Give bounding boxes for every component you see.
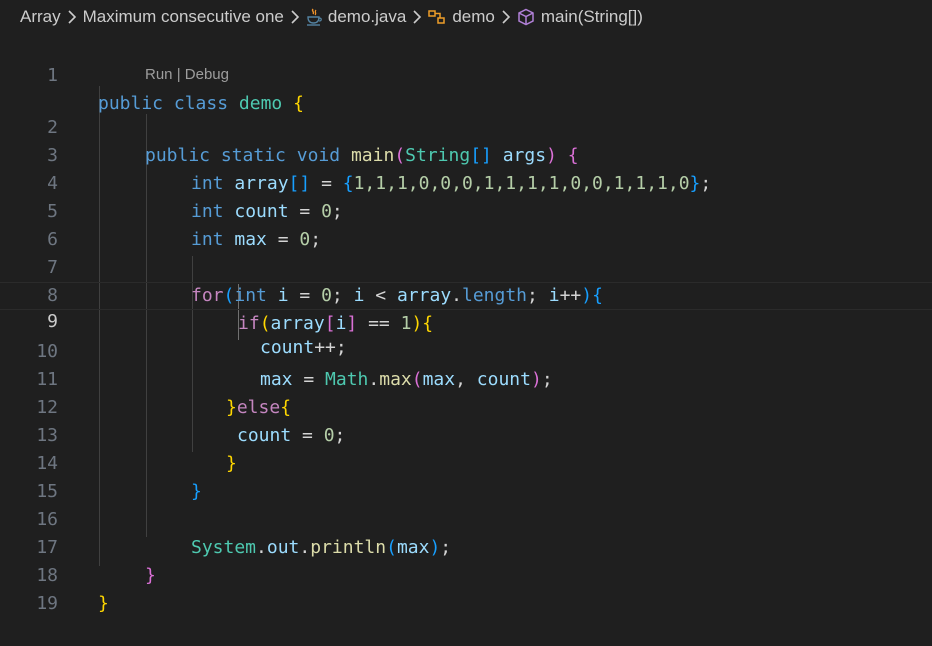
code-text: }: [98, 590, 109, 618]
code-line[interactable]: 6: [0, 198, 932, 250]
code-line[interactable]: 18 }: [0, 534, 932, 614]
method-cube-icon: [517, 8, 535, 26]
breadcrumb-label: demo: [452, 7, 495, 26]
chevron-right-icon: [501, 10, 511, 24]
line-number: 19: [36, 593, 58, 614]
class-icon: [428, 9, 446, 25]
java-coffee-icon: [306, 8, 322, 26]
breadcrumb-item-folder-array[interactable]: Array: [20, 7, 61, 27]
code-line[interactable]: 13 }: [0, 394, 932, 474]
codelens-run-link[interactable]: Run: [145, 66, 173, 83]
code-line[interactable]: 1 public class demo {: [0, 34, 932, 114]
code-line[interactable]: 7 for(int i = 0; i < array.length; i++){: [0, 226, 932, 306]
code-line[interactable]: 4 int count = 0;: [0, 142, 932, 222]
codelens: Run | Debug: [145, 64, 229, 86]
breadcrumb-label: Array: [20, 7, 61, 26]
code-line[interactable]: 16 System.out.println(max);: [0, 478, 932, 558]
code-editor[interactable]: 1 public class demo { Run | Debug 2 publ…: [0, 34, 932, 614]
code-line[interactable]: 17 }: [0, 506, 932, 586]
code-line[interactable]: 2 public static void main(String[] args)…: [0, 86, 932, 166]
codelens-separator: |: [172, 66, 185, 83]
code-line[interactable]: 10 max = Math.max(max, count);: [0, 310, 932, 390]
code-line[interactable]: 8 if(array[i] == 1){: [0, 254, 932, 334]
codelens-debug-link[interactable]: Debug: [185, 66, 229, 83]
code-line[interactable]: 3 int array[] = {1,1,1,0,0,0,1,1,1,1,0,0…: [0, 114, 932, 194]
chevron-right-icon: [412, 10, 422, 24]
breadcrumb-label: main(String[]): [540, 7, 643, 26]
code-line[interactable]: 12 count = 0;: [0, 366, 932, 446]
code-line[interactable]: 19: [0, 562, 932, 614]
breadcrumb-item-file[interactable]: demo.java: [306, 7, 406, 27]
breadcrumb: Array Maximum consecutive one demo.java: [0, 0, 932, 34]
breadcrumb-item-method[interactable]: main(String[]): [517, 7, 643, 27]
code-line[interactable]: 5 int max = 0;: [0, 170, 932, 250]
code-line-current[interactable]: 9 count++;: [0, 282, 932, 358]
token-bracket: }: [98, 593, 109, 614]
breadcrumb-item-class[interactable]: demo: [428, 7, 495, 27]
breadcrumb-item-folder-maximum[interactable]: Maximum consecutive one: [83, 7, 284, 27]
code-line[interactable]: 14 }: [0, 422, 932, 502]
code-line[interactable]: 15: [0, 450, 932, 502]
chevron-right-icon: [290, 10, 300, 24]
chevron-right-icon: [67, 10, 77, 24]
code-line[interactable]: 11 }else{: [0, 338, 932, 418]
breadcrumb-label: Maximum consecutive one: [82, 7, 284, 26]
breadcrumb-label: demo.java: [327, 7, 407, 26]
